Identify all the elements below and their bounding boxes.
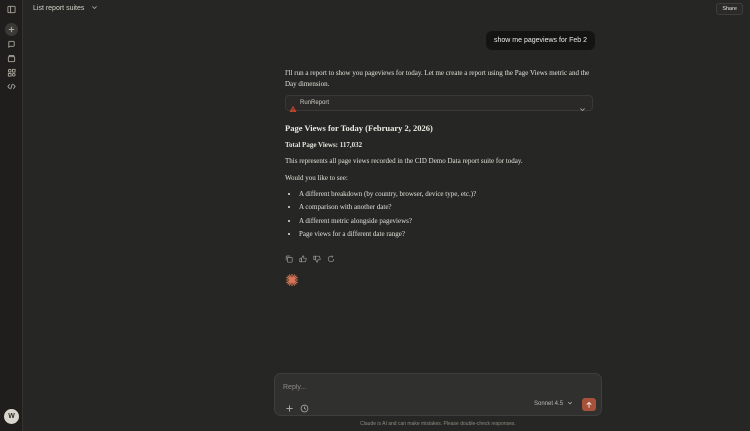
model-selector[interactable]: Sonnet 4.5 [534, 400, 573, 408]
follow-up-prompt: Would you like to see: [285, 174, 348, 182]
assistant-intro: I'll run a report to show you pageviews … [285, 69, 590, 88]
send-button[interactable] [582, 398, 596, 411]
code-icon[interactable] [5, 80, 18, 93]
chevron-down-icon [91, 4, 98, 13]
chat-header: List report suites Share [23, 0, 750, 19]
arrow-up-icon [585, 396, 593, 414]
chat-title-dropdown[interactable]: List report suites [33, 4, 98, 13]
copy-icon[interactable] [285, 250, 293, 263]
assistant-message: I'll run a report to show you pageviews … [285, 68, 595, 241]
model-name: Sonnet 4.5 [534, 401, 564, 407]
projects-icon[interactable] [5, 52, 18, 65]
warning-icon [289, 100, 297, 113]
thumbs-up-icon[interactable] [299, 250, 307, 263]
avatar[interactable]: W [4, 409, 19, 424]
list-item: A different breakdown (by country, brows… [299, 188, 595, 201]
list-item: A comparison with another date? [299, 201, 595, 214]
total-page-views: Total Page Views: 117,032 [285, 141, 363, 149]
reply-input[interactable] [283, 382, 523, 392]
app-window: W List report suites Share show me pagev… [0, 0, 750, 431]
clock-icon[interactable] [300, 400, 309, 413]
search-chats-icon[interactable] [5, 38, 18, 51]
chevron-down-icon [567, 400, 573, 408]
chevron-down-icon[interactable] [579, 100, 586, 112]
message-actions [285, 250, 335, 263]
chat-title: List report suites [33, 5, 85, 12]
user-message: show me pageviews for Feb 2 [486, 31, 595, 50]
sidebar-toggle-icon[interactable] [5, 3, 18, 16]
thumbs-down-icon[interactable] [313, 250, 321, 263]
result-heading: Page Views for Today (February 2, 2026) [285, 123, 433, 133]
claude-spark-icon [285, 273, 299, 287]
share-button[interactable]: Share [716, 3, 743, 15]
add-attachment-icon[interactable] [285, 400, 294, 412]
message-composer: Sonnet 4.5 [274, 373, 602, 416]
disclaimer: Claude is AI and can make mistakes. Plea… [360, 421, 516, 427]
list-item: A different metric alongside pageviews? [299, 215, 595, 228]
new-chat-icon[interactable] [5, 23, 18, 36]
result-description: This represents all page views recorded … [285, 157, 523, 165]
list-item: Page views for a different date range? [299, 228, 595, 241]
follow-up-options: A different breakdown (by country, brows… [285, 188, 595, 241]
retry-icon[interactable] [327, 250, 335, 263]
tool-call-card[interactable]: RunReport [285, 95, 593, 113]
artifacts-icon[interactable] [5, 66, 18, 79]
tool-call-label: RunReport [300, 100, 330, 106]
left-rail: W [0, 0, 23, 431]
